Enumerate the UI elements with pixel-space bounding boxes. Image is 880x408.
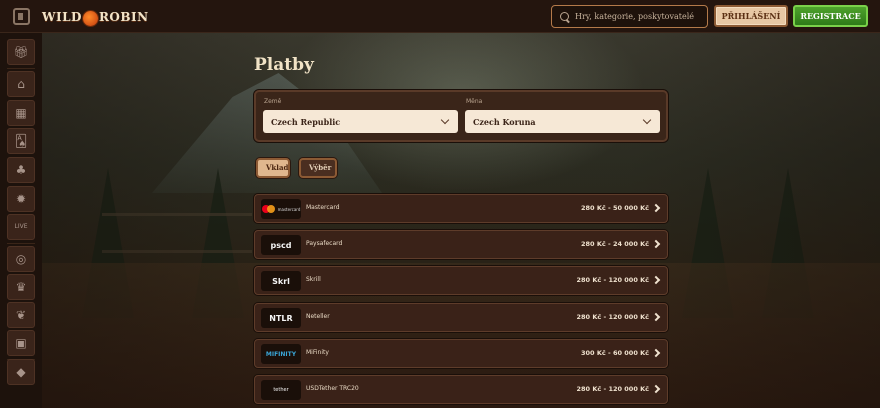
- country-select[interactable]: Czech Republic: [263, 110, 458, 133]
- tab-withdrawal[interactable]: Výběr: [299, 158, 337, 178]
- bag-icon: ▣: [15, 336, 27, 350]
- roulette-icon: ✹: [15, 192, 27, 206]
- currency-select[interactable]: Czech Koruna: [465, 110, 660, 133]
- search-box[interactable]: [551, 5, 708, 28]
- sidebar-item-roulette[interactable]: ✹: [7, 186, 35, 212]
- payment-method-row[interactable]: Skrl Skrill 280 Kč - 120 000 Kč: [254, 266, 668, 295]
- sidebar-item-live[interactable]: LIVE: [7, 214, 35, 240]
- cards-icon: 🂡: [14, 134, 28, 148]
- payment-method-range: 300 Kč - 60 000 Kč: [581, 349, 649, 357]
- home-icon: ⌂: [17, 77, 25, 91]
- sidebar-item-leaf[interactable]: ❦: [7, 302, 35, 328]
- trophy-icon: ♛: [15, 280, 27, 294]
- leaf-icon: ❦: [15, 308, 27, 322]
- chevron-right-icon: [651, 312, 661, 322]
- payment-method-range: 280 Kč - 120 000 Kč: [576, 276, 650, 284]
- payment-method-row[interactable]: tether USDTether TRC20 280 Kč - 120 000 …: [254, 375, 668, 404]
- site-logo[interactable]: WILD ROBIN: [42, 6, 149, 28]
- country-select-value: Czech Republic: [271, 116, 341, 127]
- country-label: Země: [264, 98, 282, 105]
- neteller-logo: NTLR: [261, 308, 301, 328]
- payment-method-name: Skrill: [306, 276, 321, 283]
- chevron-right-icon: [651, 348, 661, 358]
- payment-method-range: 280 Kč - 50 000 Kč: [581, 204, 649, 212]
- sidebar-item-slots[interactable]: ▦: [7, 100, 35, 126]
- chevron-down-icon: [642, 115, 652, 125]
- currency-label: Měna: [466, 98, 483, 105]
- payment-method-range: 280 Kč - 120 000 Kč: [576, 313, 650, 321]
- sidebar-item-promotions[interactable]: 🎁︎: [7, 39, 35, 65]
- mastercard-logo: mastercard: [261, 199, 301, 219]
- sidebar-item-home[interactable]: ⌂: [7, 71, 35, 97]
- chevron-right-icon: [651, 239, 661, 249]
- payment-method-row[interactable]: NTLR Neteller 280 Kč - 120 000 Kč: [254, 303, 668, 332]
- payment-method-name: Mastercard: [306, 204, 340, 211]
- payment-method-row[interactable]: pscd Paysafecard 280 Kč - 24 000 Kč: [254, 230, 668, 259]
- paysafecard-logo: pscd: [261, 235, 301, 255]
- chevron-down-icon: [440, 115, 450, 125]
- top-bar: WILD ROBIN PŘIHLÁŠENÍ REGISTRACE: [0, 0, 880, 33]
- payment-method-range: 280 Kč - 120 000 Kč: [576, 385, 650, 393]
- payment-method-name: Neteller: [306, 313, 330, 320]
- payment-tabs: Vklad Výběr: [256, 158, 337, 178]
- login-button[interactable]: PŘIHLÁŠENÍ: [714, 5, 788, 27]
- search-icon: [560, 11, 570, 22]
- diamond-icon: ◆: [16, 365, 26, 379]
- search-input[interactable]: [575, 12, 705, 21]
- payment-method-name: USDTether TRC20: [306, 385, 359, 392]
- sidebar: 🎁︎ ⌂ ▦ 🂡 ♣ ✹ LIVE ◎ ♛ ❦ ▣ ◆: [0, 33, 42, 408]
- mifinity-logo: MIFINITY: [261, 344, 301, 364]
- sidebar-toggle-icon[interactable]: [13, 8, 30, 25]
- sidebar-item-vip[interactable]: ◆: [7, 359, 35, 385]
- tab-deposit[interactable]: Vklad: [256, 158, 290, 178]
- logo-text-part2: ROBIN: [98, 10, 149, 24]
- sidebar-item-tournaments[interactable]: ♛: [7, 274, 35, 300]
- payment-method-name: Paysafecard: [306, 240, 343, 247]
- slots-icon: ▦: [15, 106, 27, 120]
- currency-select-value: Czech Koruna: [473, 116, 536, 127]
- payment-method-range: 280 Kč - 24 000 Kč: [581, 240, 649, 248]
- payment-method-row[interactable]: MIFINITY MiFinity 300 Kč - 60 000 Kč: [254, 339, 668, 368]
- payment-method-name: MiFinity: [306, 349, 329, 356]
- filters-panel: Země Czech Republic Měna Czech Koruna: [254, 90, 668, 142]
- page-title: Platby: [254, 55, 314, 75]
- clover-icon: ♣: [15, 163, 27, 177]
- live-icon: LIVE: [14, 223, 28, 230]
- chevron-right-icon: [651, 203, 661, 213]
- sidebar-item-table-games[interactable]: ♣: [7, 157, 35, 183]
- logo-text-part1: WILD: [42, 10, 82, 24]
- sidebar-item-cards[interactable]: 🂡: [7, 128, 35, 154]
- logo-emblem-icon: [82, 10, 98, 26]
- chevron-right-icon: [651, 275, 661, 285]
- target-icon: ◎: [15, 252, 27, 266]
- register-button[interactable]: REGISTRACE: [793, 5, 868, 27]
- gift-icon: 🎁︎: [13, 45, 29, 59]
- payment-method-row[interactable]: mastercard Mastercard 280 Kč - 50 000 Kč: [254, 194, 668, 223]
- chevron-right-icon: [651, 384, 661, 394]
- sidebar-item-shop[interactable]: ▣: [7, 330, 35, 356]
- skrill-logo: Skrl: [261, 271, 301, 291]
- sidebar-item-target[interactable]: ◎: [7, 246, 35, 272]
- tether-logo: tether: [261, 380, 301, 400]
